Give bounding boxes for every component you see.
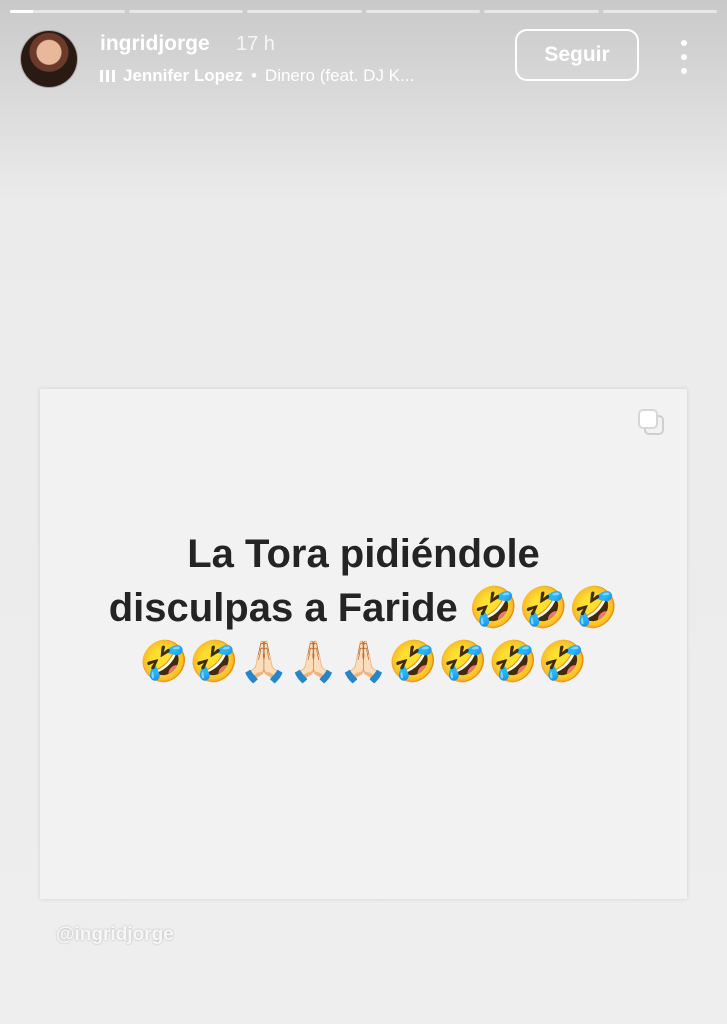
more-vertical-icon[interactable] bbox=[672, 40, 696, 74]
multiple-images-icon bbox=[638, 409, 664, 435]
follow-button[interactable]: Seguir bbox=[515, 29, 639, 81]
progress-segment bbox=[247, 10, 362, 13]
post-text: La Tora pidiéndole disculpas a Faride 🤣🤣… bbox=[108, 532, 619, 684]
music-separator: • bbox=[250, 66, 257, 85]
music-track: Dinero (feat. DJ K... bbox=[264, 66, 415, 85]
story-header: ingridjorge 17 h Jennifer Lopez • Dinero… bbox=[20, 28, 710, 90]
music-attribution[interactable]: Jennifer Lopez • Dinero (feat. DJ K... bbox=[100, 66, 414, 86]
username[interactable]: ingridjorge bbox=[100, 32, 210, 56]
progress-segment bbox=[365, 10, 480, 13]
story-progress-bar bbox=[10, 10, 717, 14]
progress-segment bbox=[128, 10, 243, 13]
progress-segment bbox=[484, 10, 599, 13]
story-time: 17 h bbox=[236, 33, 275, 55]
avatar[interactable] bbox=[20, 30, 78, 88]
progress-segment bbox=[602, 10, 717, 13]
shared-post-card[interactable]: La Tora pidiéndole disculpas a Faride 🤣🤣… bbox=[40, 389, 687, 899]
progress-segment bbox=[10, 10, 125, 13]
music-artist: Jennifer Lopez bbox=[123, 66, 243, 85]
audio-bars-icon bbox=[100, 70, 115, 82]
progress-fill bbox=[10, 10, 33, 13]
watermark-username: @ingridjorge bbox=[56, 924, 174, 945]
